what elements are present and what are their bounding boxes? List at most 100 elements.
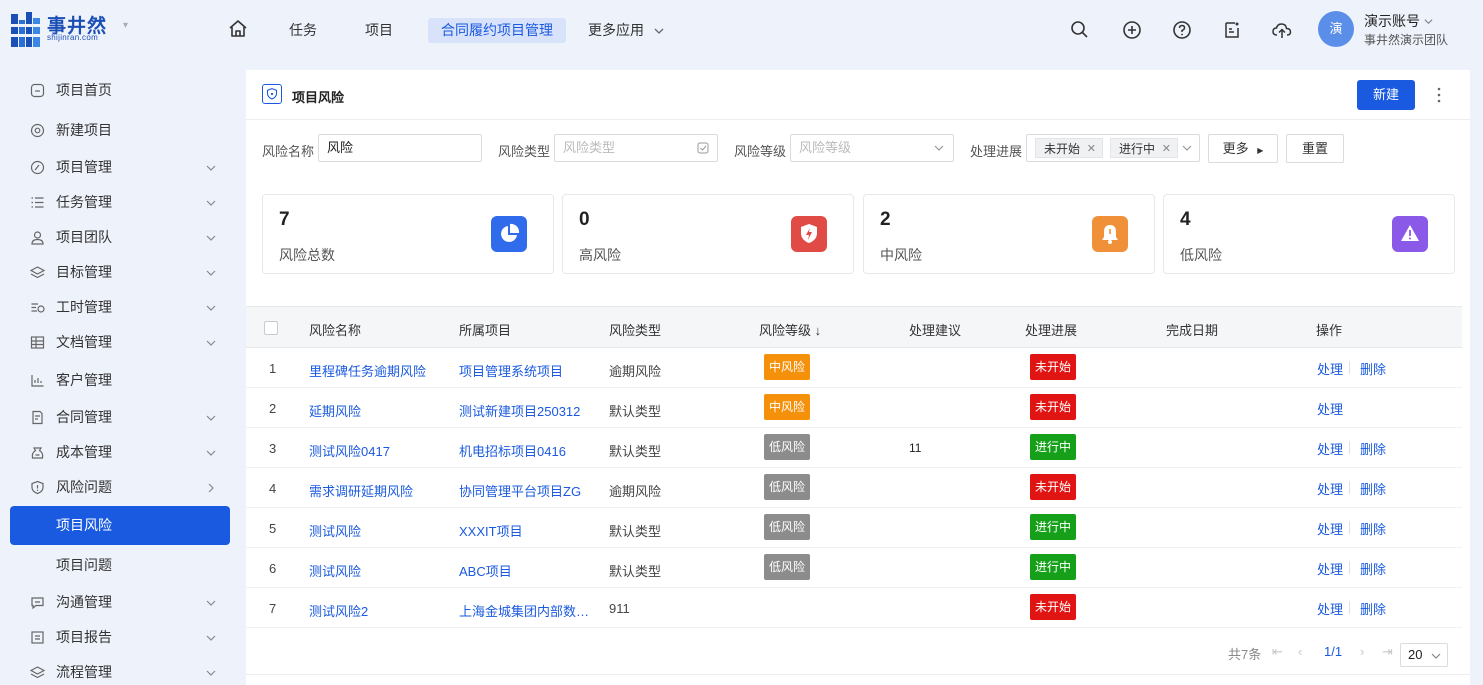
risk-name-link[interactable]: 测试风险 <box>309 521 361 540</box>
page-size-select[interactable]: 20 <box>1400 643 1448 667</box>
nav-projects[interactable]: 项目 <box>365 18 393 43</box>
cloud-upload-icon[interactable] <box>1271 19 1293 41</box>
sidebar-item-project-report[interactable]: 项目报告 <box>10 620 230 655</box>
handle-button[interactable]: 处理 <box>1317 399 1343 418</box>
risk-name-link[interactable]: 测试风险 <box>309 561 361 580</box>
column-header[interactable]: 风险名称 <box>309 320 361 339</box>
avatar[interactable]: 演 <box>1318 11 1354 47</box>
sidebar-item-communication[interactable]: 沟通管理 <box>10 585 230 620</box>
table-row[interactable]: 3 测试风险0417 机电招标项目0416 默认类型 低风险 11 进行中 处理 删除 <box>246 428 1462 468</box>
risk-name-link[interactable]: 延期风险 <box>309 401 361 420</box>
row-number: 1 <box>269 361 277 376</box>
progress-tag-not-started[interactable]: 未开始 ✕ <box>1035 138 1104 159</box>
sidebar-item-flow-management[interactable]: 流程管理 <box>10 655 230 685</box>
delete-button[interactable]: 删除 <box>1360 519 1386 538</box>
risk-type-select[interactable]: 风险类型 <box>554 134 718 162</box>
column-header[interactable]: 处理建议 <box>909 320 961 339</box>
select-all-checkbox[interactable] <box>264 321 278 335</box>
handle-button[interactable]: 处理 <box>1317 559 1343 578</box>
handle-button[interactable]: 处理 <box>1317 479 1343 498</box>
delete-button[interactable]: 删除 <box>1360 599 1386 618</box>
last-page-icon[interactable]: ⇥ <box>1382 644 1393 660</box>
close-icon[interactable]: ✕ <box>1162 139 1171 159</box>
sidebar-item-time-management[interactable]: 工时管理 <box>10 290 230 325</box>
sidebar-item-project-issues[interactable]: 项目问题 <box>10 548 230 583</box>
nav-contract-project[interactable]: 合同履约项目管理 <box>428 18 566 43</box>
account-name[interactable]: 演示账号 <box>1364 11 1433 31</box>
project-link[interactable]: 项目管理系统项目 <box>459 361 563 380</box>
table-row[interactable]: 7 测试风险2 上海金城集团内部数… 911 未开始 处理 删除 <box>246 588 1462 628</box>
logo-icon[interactable] <box>11 10 41 47</box>
table-row[interactable]: 1 里程碑任务逾期风险 项目管理系统项目 逾期风险 中风险 未开始 处理 删除 <box>246 348 1462 388</box>
progress-tag-in-progress[interactable]: 进行中 ✕ <box>1110 138 1179 159</box>
search-icon[interactable] <box>1069 19 1091 41</box>
sidebar-item-project-team[interactable]: 项目团队 <box>10 220 230 255</box>
risk-level-select[interactable]: 风险等级 <box>790 134 954 162</box>
project-link[interactable]: ABC项目 <box>459 561 512 580</box>
table-row[interactable]: 4 需求调研延期风险 协同管理平台项目ZG 逾期风险 低风险 未开始 处理 删除 <box>246 468 1462 508</box>
more-filters-button[interactable]: 更多 ▶ <box>1208 134 1278 163</box>
risk-name-link[interactable]: 测试风险0417 <box>309 441 390 460</box>
prev-page-icon[interactable]: ‹ <box>1298 644 1302 659</box>
project-link[interactable]: 协同管理平台项目ZG <box>459 481 581 500</box>
sidebar-item-cost-management[interactable]: 成本管理 <box>10 435 230 470</box>
risk-name-link[interactable]: 里程碑任务逾期风险 <box>309 361 426 380</box>
more-vertical-icon[interactable] <box>1434 86 1444 104</box>
help-icon[interactable] <box>1171 19 1193 41</box>
table-row[interactable]: 2 延期风险 测试新建项目250312 默认类型 中风险 未开始 处理 <box>246 388 1462 428</box>
column-header[interactable]: 处理进展 <box>1025 320 1077 339</box>
new-button[interactable]: 新建 <box>1357 80 1415 110</box>
stat-card-high[interactable]: 0 高风险 <box>562 194 854 274</box>
handle-button[interactable]: 处理 <box>1317 359 1343 378</box>
column-header-sortable[interactable]: 风险等级 ↓ <box>759 320 821 339</box>
project-link[interactable]: 机电招标项目0416 <box>459 441 566 460</box>
column-header[interactable]: 完成日期 <box>1166 320 1218 339</box>
sidebar-item-risk-issues[interactable]: 风险问题 <box>10 470 230 505</box>
sidebar-item-project-management[interactable]: 项目管理 <box>10 150 230 185</box>
delete-button[interactable]: 删除 <box>1360 559 1386 578</box>
sidebar-item-document-management[interactable]: 文档管理 <box>10 325 230 360</box>
sidebar-item-task-management[interactable]: 任务管理 <box>10 185 230 220</box>
risk-name-input[interactable]: 风险 <box>318 134 482 162</box>
stat-card-total[interactable]: 7 风险总数 <box>262 194 554 274</box>
first-page-icon[interactable]: ⇤ <box>1272 644 1283 660</box>
handle-button[interactable]: 处理 <box>1317 519 1343 538</box>
table-row[interactable]: 6 测试风险 ABC项目 默认类型 低风险 进行中 处理 删除 <box>246 548 1462 588</box>
close-icon[interactable]: ✕ <box>1087 139 1096 159</box>
sidebar-item-project-home[interactable]: 项目首页 <box>10 73 230 108</box>
sidebar-item-label: 客户管理 <box>56 372 112 388</box>
sidebar-item-new-project[interactable]: 新建项目 <box>10 113 230 148</box>
account-name-label: 演示账号 <box>1364 13 1420 29</box>
sidebar-item-contract-management[interactable]: 合同管理 <box>10 400 230 435</box>
delete-button[interactable]: 删除 <box>1360 439 1386 458</box>
column-header[interactable]: 所属项目 <box>459 320 511 339</box>
home-icon[interactable] <box>228 19 248 39</box>
suggestion: 11 <box>909 441 922 455</box>
stat-card-low[interactable]: 4 低风险 <box>1163 194 1455 274</box>
project-link[interactable]: XXXIT项目 <box>459 521 523 540</box>
column-header[interactable]: 风险类型 <box>609 320 661 339</box>
table-row[interactable]: 5 测试风险 XXXIT项目 默认类型 低风险 进行中 处理 删除 <box>246 508 1462 548</box>
sidebar-item-goal-management[interactable]: 目标管理 <box>10 255 230 290</box>
sidebar-item-customer-management[interactable]: 客户管理 <box>10 363 230 398</box>
next-page-icon[interactable]: › <box>1360 644 1364 659</box>
sidebar-item-project-risk[interactable]: 项目风险 <box>10 506 230 545</box>
risk-name-link[interactable]: 测试风险2 <box>309 601 368 620</box>
progress-multiselect[interactable]: 未开始 ✕ 进行中 ✕ <box>1026 134 1200 162</box>
risk-name-link[interactable]: 需求调研延期风险 <box>309 481 413 500</box>
chevron-down-icon[interactable]: ▾ <box>123 20 128 31</box>
notes-icon[interactable] <box>1221 19 1243 41</box>
shield-lightning-icon <box>791 216 827 252</box>
stat-card-medium[interactable]: 2 中风险 <box>863 194 1155 274</box>
nav-more-apps[interactable]: 更多应用 <box>588 18 664 43</box>
project-link[interactable]: 测试新建项目250312 <box>459 401 580 420</box>
delete-button[interactable]: 删除 <box>1360 359 1386 378</box>
add-circle-icon[interactable] <box>1121 19 1143 41</box>
delete-button[interactable]: 删除 <box>1360 479 1386 498</box>
pie-chart-icon <box>491 216 527 252</box>
project-link[interactable]: 上海金城集团内部数… <box>459 601 589 620</box>
handle-button[interactable]: 处理 <box>1317 439 1343 458</box>
reset-button[interactable]: 重置 <box>1286 134 1344 163</box>
handle-button[interactable]: 处理 <box>1317 599 1343 618</box>
nav-tasks[interactable]: 任务 <box>289 18 317 43</box>
